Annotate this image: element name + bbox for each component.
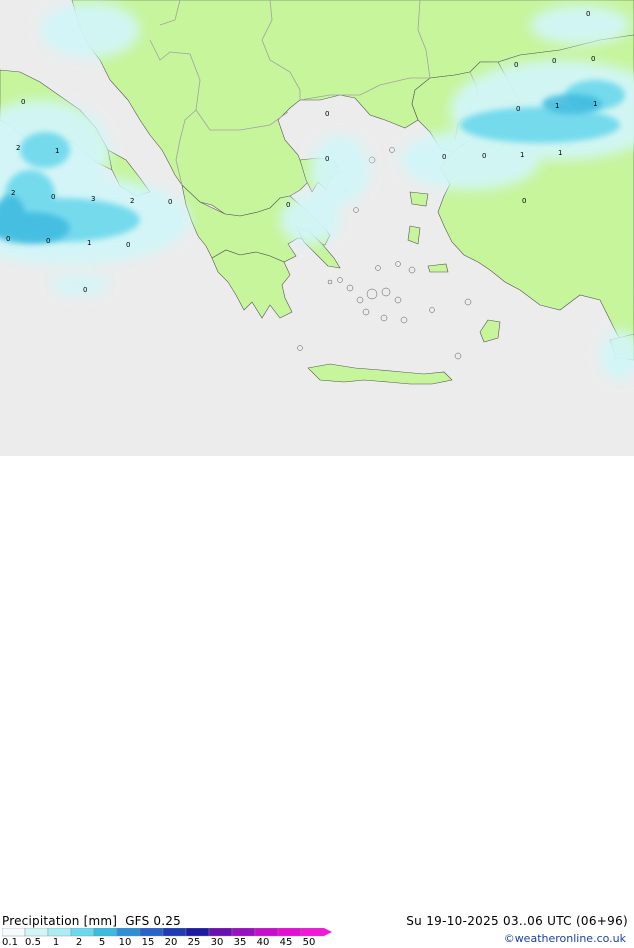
map-value-label: 2 <box>16 144 20 152</box>
map-value-label: 1 <box>593 100 597 108</box>
color-scale-tick-label: 20 <box>164 937 178 948</box>
color-scale-tick-label: 2 <box>75 937 83 948</box>
map-value-label: 0 <box>482 152 486 160</box>
map-value-label: 2 <box>11 189 15 197</box>
color-scale-tick-label: 25 <box>187 937 201 948</box>
map-value-label: 0 <box>46 237 50 245</box>
credit-link[interactable]: ©weatheronline.co.uk <box>504 932 626 945</box>
color-scale-tick-label: 15 <box>141 937 155 948</box>
color-scale-segment <box>254 928 279 937</box>
map-value-label: 1 <box>555 102 559 110</box>
map-value-label: 0 <box>6 235 10 243</box>
map-value-label: 0 <box>516 105 520 113</box>
map-value-label: 0 <box>83 286 87 294</box>
color-scale-tick-label: 45 <box>279 937 293 948</box>
color-scale-segment <box>47 928 72 937</box>
map-value-label: 0 <box>522 197 526 205</box>
color-scale-tick-label: 0.1 <box>2 937 18 948</box>
map-canvas: 0 0 0 0 0 0 0 1 1 2 1 0 0 0 1 1 2 0 3 2 … <box>0 0 634 456</box>
map-value-label: 0 <box>514 61 518 69</box>
color-scale-tick-label: 5 <box>98 937 106 948</box>
color-scale-segment <box>93 928 118 937</box>
map-value-label: 0 <box>325 110 329 118</box>
map-value-label: 1 <box>87 239 91 247</box>
color-scale-tick-label: 0.5 <box>25 937 41 948</box>
map-value-label: 0 <box>591 55 595 63</box>
color-scale-segment <box>139 928 164 937</box>
color-scale-segment <box>162 928 187 937</box>
color-scale-segment <box>277 928 302 937</box>
color-scale-tick-label: 35 <box>233 937 247 948</box>
color-scale-tick-label: 50 <box>302 937 316 948</box>
map-value-label: 1 <box>55 147 59 155</box>
valid-time: Su 19-10-2025 03..06 UTC (06+96) <box>406 914 628 928</box>
color-scale-tick-label: 10 <box>118 937 132 948</box>
precipitation-map[interactable]: 0 0 0 0 0 0 0 1 1 2 1 0 0 0 1 1 2 0 3 2 … <box>0 0 634 456</box>
color-scale-tick-label: 1 <box>52 937 60 948</box>
map-value-label: 0 <box>442 153 446 161</box>
legend-title: Precipitation [mm] <box>2 914 118 928</box>
land-lesbos <box>409 191 429 207</box>
legend-title-row: Precipitation [mm] GFS 0.25 <box>2 914 185 928</box>
map-value-label: 0 <box>586 10 590 18</box>
map-value-label: 0 <box>552 57 556 65</box>
map-value-label: 0 <box>286 201 290 209</box>
color-scale-segment <box>208 928 233 937</box>
map-value-label: 1 <box>558 149 562 157</box>
map-value-label: 0 <box>168 198 172 206</box>
map-value-label: 0 <box>51 193 55 201</box>
map-value-label: 0 <box>21 98 25 106</box>
color-scale-segment <box>24 928 49 937</box>
color-scale-segment <box>2 928 26 937</box>
map-value-label: 0 <box>325 155 329 163</box>
color-scale-segment <box>185 928 210 937</box>
model-name: GFS 0.25 <box>125 914 181 928</box>
color-scale-segment <box>300 928 325 937</box>
map-value-label: 1 <box>520 151 524 159</box>
map-value-label: 2 <box>130 197 134 205</box>
color-scale-tick-label: 40 <box>256 937 270 948</box>
color-scale-tick-label: 30 <box>210 937 224 948</box>
color-scale-bar <box>2 928 332 937</box>
color-scale-arrow <box>324 928 332 936</box>
color-scale-segment <box>231 928 256 937</box>
color-scale-segment <box>116 928 141 937</box>
color-scale-segment <box>70 928 95 937</box>
legend-footer: Precipitation [mm] GFS 0.25 Su 19-10-202… <box>0 456 634 948</box>
map-value-label: 0 <box>126 241 130 249</box>
map-value-label: 3 <box>91 195 95 203</box>
